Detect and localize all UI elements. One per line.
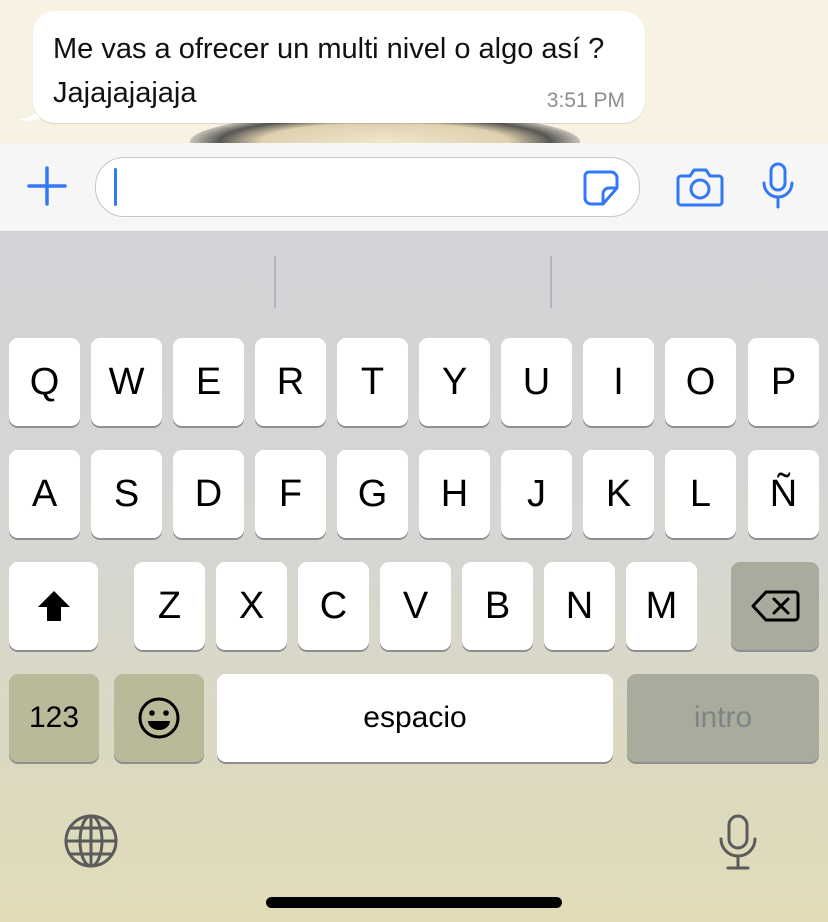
- key-y[interactable]: Y: [419, 338, 490, 426]
- suggestion-divider: [550, 256, 552, 308]
- suggestion-divider: [274, 256, 276, 308]
- key-x[interactable]: X: [216, 562, 287, 650]
- key-m[interactable]: M: [626, 562, 697, 650]
- key-o[interactable]: O: [665, 338, 736, 426]
- message-bubble[interactable]: Me vas a ofrecer un multi nivel o algo a…: [33, 11, 645, 123]
- message-input-bar: [0, 143, 828, 232]
- keyboard: Q W E R T Y U I O P A S D F G H J K L Ñ …: [0, 232, 828, 922]
- key-z[interactable]: Z: [134, 562, 205, 650]
- key-b[interactable]: B: [462, 562, 533, 650]
- chat-area: Me vas a ofrecer un multi nivel o algo a…: [0, 0, 828, 143]
- emoji-key[interactable]: [114, 674, 204, 762]
- key-d[interactable]: D: [173, 450, 244, 538]
- microphone-icon[interactable]: [760, 161, 796, 211]
- message-timestamp: 3:51 PM: [546, 89, 625, 112]
- text-caret: [114, 168, 117, 206]
- suggestion-bar: [0, 232, 828, 332]
- dictation-icon[interactable]: [714, 812, 762, 872]
- space-key[interactable]: espacio: [217, 674, 613, 762]
- key-f[interactable]: F: [255, 450, 326, 538]
- key-c[interactable]: C: [298, 562, 369, 650]
- key-q[interactable]: Q: [9, 338, 80, 426]
- globe-icon[interactable]: [62, 812, 120, 870]
- key-i[interactable]: I: [583, 338, 654, 426]
- key-t[interactable]: T: [337, 338, 408, 426]
- return-key[interactable]: intro: [627, 674, 819, 762]
- plus-icon[interactable]: [24, 163, 70, 209]
- backspace-key[interactable]: [731, 562, 819, 650]
- message-input[interactable]: [95, 157, 640, 217]
- key-s[interactable]: S: [91, 450, 162, 538]
- key-w[interactable]: W: [91, 338, 162, 426]
- key-a[interactable]: A: [9, 450, 80, 538]
- key-u[interactable]: U: [501, 338, 572, 426]
- numbers-key[interactable]: 123: [9, 674, 99, 762]
- camera-icon[interactable]: [676, 165, 724, 209]
- key-g[interactable]: G: [337, 450, 408, 538]
- sticker-icon[interactable]: [581, 168, 621, 208]
- key-l[interactable]: L: [665, 450, 736, 538]
- backspace-icon: [751, 590, 800, 622]
- key-r[interactable]: R: [255, 338, 326, 426]
- key-h[interactable]: H: [419, 450, 490, 538]
- key-j[interactable]: J: [501, 450, 572, 538]
- key-enye[interactable]: Ñ: [748, 450, 819, 538]
- key-k[interactable]: K: [583, 450, 654, 538]
- emoji-icon: [138, 697, 180, 739]
- key-n[interactable]: N: [544, 562, 615, 650]
- key-p[interactable]: P: [748, 338, 819, 426]
- shift-icon: [37, 591, 70, 621]
- key-v[interactable]: V: [380, 562, 451, 650]
- key-e[interactable]: E: [173, 338, 244, 426]
- shift-key[interactable]: [9, 562, 98, 650]
- home-indicator[interactable]: [266, 897, 562, 908]
